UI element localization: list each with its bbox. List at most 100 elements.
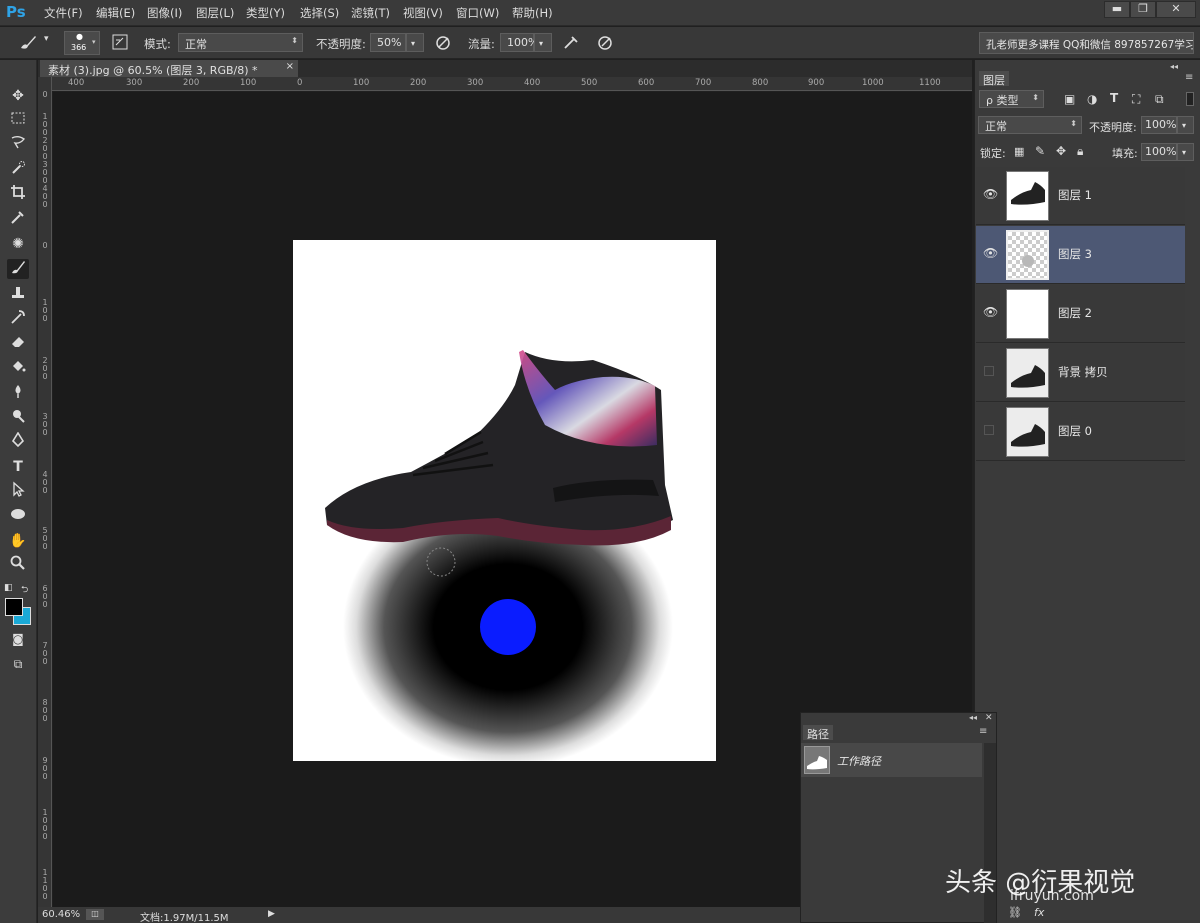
ellipse-tool-icon[interactable] (7, 506, 29, 526)
filter-toggle[interactable] (1186, 92, 1194, 106)
visibility-toggle[interactable] (984, 366, 994, 376)
swap-colors-icon[interactable]: ⮌ (21, 582, 28, 598)
layer-name[interactable]: 图层 2 (1058, 305, 1092, 321)
fx-icon[interactable]: fx (1034, 906, 1044, 919)
document-canvas[interactable] (293, 240, 716, 761)
layer-row[interactable]: 图层 0 (976, 403, 1185, 461)
document-tab[interactable]: 素材 (3).jpg @ 60.5% (图层 3, RGB/8) * × (40, 60, 298, 77)
menu-file[interactable]: 文件(F) (44, 5, 83, 21)
link-layers-icon[interactable]: ⛓ (1008, 906, 1022, 919)
minimize-button[interactable]: ▬ (1104, 1, 1130, 18)
mode-select[interactable]: 正常 ⬍ (178, 33, 303, 52)
blend-mode-select[interactable]: 正常 ⬍ (978, 116, 1082, 134)
paint-bucket-tool-icon[interactable] (7, 358, 29, 378)
menu-edit[interactable]: 编辑(E) (96, 5, 135, 21)
panel-menu-icon[interactable]: ≡ (1185, 72, 1193, 83)
lock-image-icon[interactable]: ✎ (1035, 144, 1045, 158)
layer-name[interactable]: 图层 3 (1058, 246, 1092, 262)
flow-dropdown[interactable]: ▾ (534, 33, 552, 52)
menu-view[interactable]: 视图(V) (403, 5, 443, 21)
layer-row[interactable]: 👁︎ 图层 1 (976, 167, 1185, 225)
panel-menu-icon[interactable]: ≡ (979, 726, 987, 737)
visibility-toggle[interactable] (984, 425, 994, 435)
layer-row-selected[interactable]: 👁︎ 图层 3 (976, 226, 1185, 284)
crop-tool-icon[interactable] (7, 184, 29, 204)
foreground-color-swatch[interactable] (5, 598, 23, 616)
close-button[interactable]: ✕ (1156, 1, 1196, 18)
paths-tab[interactable]: 路径 (803, 725, 833, 741)
restore-button[interactable]: ❐ (1130, 1, 1156, 18)
eye-icon[interactable]: 👁︎ (983, 187, 998, 201)
layer-thumbnail (1006, 407, 1049, 457)
status-menu-arrow-icon[interactable]: ▶ (268, 909, 275, 919)
filter-shape-icon[interactable]: ⛶ (1132, 92, 1140, 107)
airbrush-icon[interactable] (562, 34, 580, 56)
filter-adjustment-icon[interactable]: ◑ (1087, 92, 1097, 106)
history-brush-tool-icon[interactable] (7, 309, 29, 329)
path-name[interactable]: 工作路径 (837, 753, 881, 769)
layer-opacity-dropdown[interactable]: ▾ (1177, 116, 1194, 134)
quick-mask-icon[interactable]: ◙ (7, 629, 29, 649)
filter-smart-object-icon[interactable]: ⧉ (1155, 92, 1164, 107)
brush-panel-icon[interactable] (112, 34, 128, 54)
status-icon[interactable]: ◫ (86, 909, 104, 920)
menu-select[interactable]: 选择(S) (300, 5, 339, 21)
layer-name[interactable]: 图层 1 (1058, 187, 1092, 203)
lock-all-icon[interactable]: 🔒︎ (1077, 144, 1083, 159)
pressure-opacity-icon[interactable] (434, 34, 452, 56)
path-row[interactable]: 工作路径 (801, 743, 982, 777)
opacity-input[interactable]: 50% (370, 33, 406, 52)
zoom-level[interactable]: 60.46% (42, 909, 80, 920)
eye-icon[interactable]: 👁︎ (983, 305, 998, 319)
layer-row[interactable]: 背景 拷贝 (976, 344, 1185, 402)
lock-position-icon[interactable]: ✥ (1056, 144, 1066, 158)
pressure-size-icon[interactable] (596, 34, 614, 56)
close-icon[interactable]: ✕ (985, 713, 993, 723)
chevron-down-icon: ▾ (92, 38, 96, 46)
layer-name[interactable]: 背景 拷贝 (1058, 364, 1108, 380)
default-colors-icon[interactable]: ◧ (4, 583, 13, 593)
opacity-dropdown[interactable]: ▾ (406, 33, 424, 52)
screen-mode-icon[interactable]: ⧉ (7, 654, 29, 674)
brush-preset-picker[interactable]: ● 366 ▾ (64, 31, 100, 55)
flow-input[interactable]: 100% (500, 33, 538, 52)
menu-help[interactable]: 帮助(H) (512, 5, 553, 21)
collapse-icon[interactable]: ◂◂ (1170, 62, 1178, 71)
menu-type[interactable]: 类型(Y) (246, 5, 285, 21)
marquee-tool-icon[interactable] (7, 110, 29, 130)
layer-opacity-input[interactable]: 100% (1141, 116, 1177, 134)
move-tool-icon[interactable]: ✥ (7, 86, 29, 106)
eye-icon[interactable]: 👁︎ (983, 246, 998, 260)
fill-input[interactable]: 100% (1141, 143, 1177, 161)
clone-stamp-tool-icon[interactable] (7, 284, 29, 304)
healing-brush-tool-icon[interactable]: ✺ (7, 234, 29, 254)
menu-layer[interactable]: 图层(L) (196, 5, 234, 21)
type-tool-icon[interactable]: T (7, 457, 29, 477)
layer-row[interactable]: 👁︎ 图层 2 (976, 285, 1185, 343)
lock-transparent-icon[interactable]: ▦ (1014, 145, 1024, 158)
menu-filter[interactable]: 滤镜(T) (351, 5, 390, 21)
filter-pixel-icon[interactable]: ▣ (1064, 92, 1075, 106)
dodge-tool-icon[interactable] (7, 408, 29, 428)
layer-filter-select[interactable]: ρ 类型 ⬍ (979, 90, 1044, 108)
lasso-tool-icon[interactable] (7, 135, 29, 155)
menu-window[interactable]: 窗口(W) (456, 5, 499, 21)
layers-tab[interactable]: 图层 (979, 71, 1009, 87)
fill-dropdown[interactable]: ▾ (1177, 143, 1194, 161)
path-select-tool-icon[interactable] (7, 481, 29, 501)
brush-tool-icon[interactable] (7, 259, 29, 279)
menu-image[interactable]: 图像(I) (147, 5, 182, 21)
dropdown-arrow-icon[interactable]: ▾ (44, 34, 49, 44)
collapse-icon[interactable]: ◂◂ (969, 713, 977, 722)
eraser-tool-icon[interactable] (7, 333, 29, 353)
pen-tool-icon[interactable] (7, 431, 29, 452)
eyedropper-tool-icon[interactable] (7, 209, 29, 229)
hand-tool-icon[interactable]: ✋ (7, 531, 29, 551)
brush-tool-icon[interactable] (18, 33, 38, 55)
blur-tool-icon[interactable] (7, 383, 29, 403)
quick-select-tool-icon[interactable] (7, 160, 29, 180)
layer-name[interactable]: 图层 0 (1058, 423, 1092, 439)
zoom-tool-icon[interactable] (7, 555, 29, 575)
filter-type-icon[interactable]: T (1110, 91, 1118, 105)
close-icon[interactable]: × (286, 61, 294, 72)
